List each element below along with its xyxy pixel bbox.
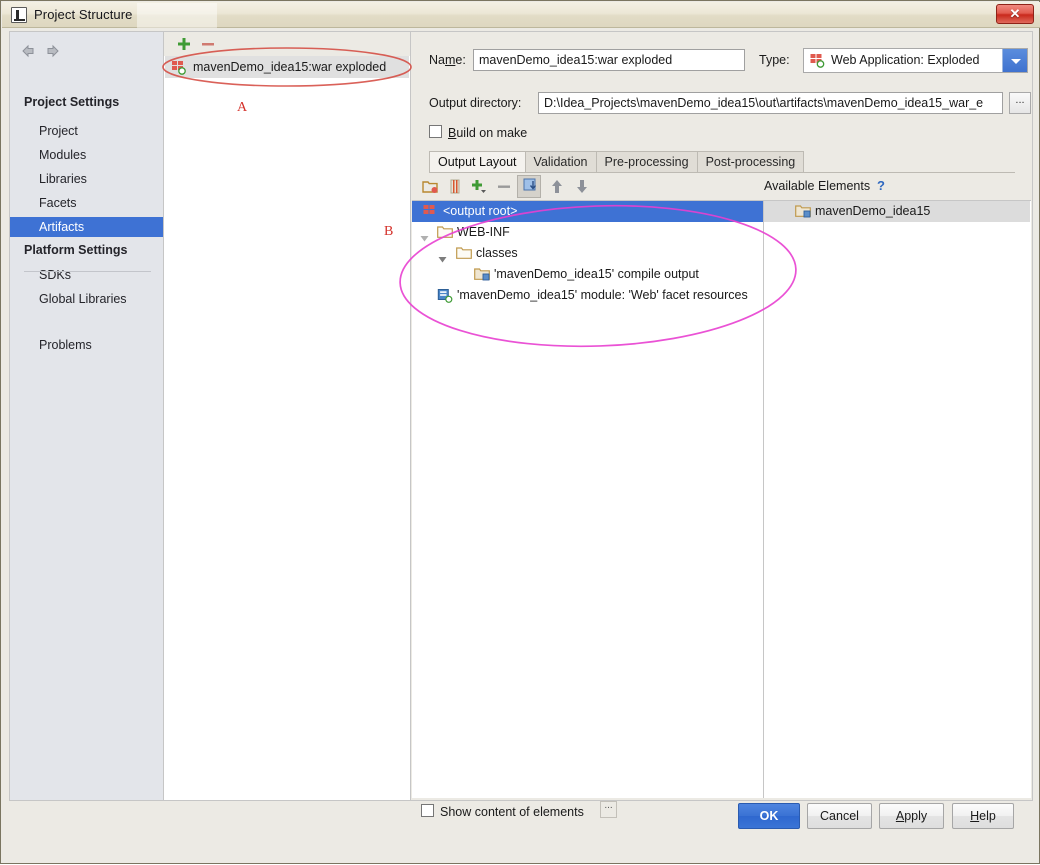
help-icon[interactable]: ?: [877, 178, 885, 193]
add-artifact-button[interactable]: [177, 37, 191, 51]
tree-row-available-module[interactable]: mavenDemo_idea15: [764, 201, 1030, 222]
arrow-left-icon[interactable]: [20, 42, 40, 60]
detail-tabs: Output Layout Validation Pre-processing …: [429, 151, 805, 173]
sidebar-item-libraries[interactable]: Libraries: [10, 169, 163, 189]
artifact-icon: [809, 53, 825, 68]
tree-row-label: 'mavenDemo_idea15' module: 'Web' facet r…: [457, 288, 748, 302]
sidebar-divider: [24, 271, 151, 272]
add-copy-of-icon[interactable]: [471, 179, 487, 197]
tab-validation[interactable]: Validation: [525, 151, 597, 173]
sort-by-type-icon[interactable]: [523, 178, 538, 196]
remove-artifact-button[interactable]: [201, 37, 215, 51]
folder-icon: [456, 246, 472, 261]
chevron-down-icon[interactable]: [1002, 49, 1027, 72]
tree-row-label: 'mavenDemo_idea15' compile output: [494, 267, 699, 281]
artifacts-list-panel: mavenDemo_idea15:war exploded: [163, 31, 411, 801]
build-on-make-checkbox[interactable]: [429, 125, 442, 138]
sidebar-item-project[interactable]: Project: [10, 121, 163, 141]
intellij-idea-icon: [11, 7, 27, 23]
ok-button[interactable]: OK: [738, 803, 800, 829]
move-up-icon[interactable]: [550, 179, 564, 197]
tree-row-label: mavenDemo_idea15: [815, 204, 931, 218]
artifacts-list-toolbar: [164, 32, 410, 56]
sidebar-item-modules[interactable]: Modules: [10, 145, 163, 165]
type-dropdown-value: Web Application: Exploded: [831, 53, 980, 67]
available-elements-label: Available Elements: [764, 179, 871, 193]
available-elements-tree[interactable]: mavenDemo_idea15: [764, 200, 1031, 798]
list-item[interactable]: mavenDemo_idea15:war exploded: [165, 56, 409, 78]
sidebar-group-platform-settings: Platform Settings: [24, 243, 128, 257]
annotation-label-a: A: [237, 100, 248, 115]
output-layout-toolbar: Available Elements ?: [412, 173, 1031, 200]
tree-row-label: classes: [476, 246, 518, 260]
artifact-icon: [171, 60, 186, 75]
chevron-down-icon[interactable]: [420, 229, 429, 242]
name-input[interactable]: mavenDemo_idea15:war exploded: [473, 49, 745, 71]
tab-output-layout[interactable]: Output Layout: [429, 151, 526, 173]
create-directory-icon[interactable]: [422, 179, 439, 197]
help-button[interactable]: Help: [952, 803, 1014, 829]
name-label: Name:: [429, 53, 466, 67]
tree-row-label: <output root>: [443, 204, 518, 218]
dialog-body: Project Settings Project Modules Librari…: [9, 31, 1033, 833]
apply-button[interactable]: Apply: [879, 803, 944, 829]
title-bar-artifact: [137, 3, 217, 28]
artifact-root-icon: [422, 204, 438, 219]
browse-button[interactable]: ...: [1009, 92, 1031, 114]
tree-row-label: WEB-INF: [457, 225, 510, 239]
sidebar-item-artifacts[interactable]: Artifacts: [10, 217, 163, 237]
output-directory-label: Output directory:: [429, 96, 522, 110]
move-down-icon[interactable]: [575, 179, 589, 197]
title-bar: Project Structure ✕: [2, 2, 1040, 28]
facet-resources-icon: [437, 288, 453, 303]
sidebar-item-problems[interactable]: Problems: [10, 335, 163, 355]
type-label: Type:: [759, 53, 790, 67]
settings-sidebar: Project Settings Project Modules Librari…: [9, 31, 163, 801]
remove-icon[interactable]: [497, 179, 511, 197]
project-structure-dialog: Project Structure ✕ Project Settings Pro…: [0, 0, 1040, 864]
arrow-right-icon[interactable]: [43, 42, 63, 60]
sidebar-item-sdks[interactable]: SDKs: [10, 265, 163, 285]
create-archive-icon[interactable]: [448, 179, 462, 197]
folder-icon: [437, 225, 453, 240]
type-dropdown[interactable]: Web Application: Exploded: [803, 48, 1028, 73]
compile-output-icon: [474, 267, 490, 282]
tree-row-output-root[interactable]: <output root>: [412, 201, 763, 222]
output-layout-tree[interactable]: <output root> WEB-INF classes 'mavenDemo…: [412, 200, 764, 798]
annotation-label-b: B: [384, 224, 394, 239]
tab-pre-processing[interactable]: Pre-processing: [596, 151, 698, 173]
sidebar-group-project-settings: Project Settings: [24, 95, 120, 109]
artifact-detail-panel: Name: mavenDemo_idea15:war exploded Type…: [411, 31, 1033, 819]
module-output-icon: [795, 204, 811, 219]
cancel-button[interactable]: Cancel: [807, 803, 872, 829]
build-on-make-label: Build on make: [448, 126, 528, 140]
close-icon[interactable]: ✕: [996, 4, 1034, 24]
output-directory-input[interactable]: D:\Idea_Projects\mavenDemo_idea15\out\ar…: [538, 92, 1003, 114]
list-item-label: mavenDemo_idea15:war exploded: [193, 60, 387, 74]
sidebar-item-global-libraries[interactable]: Global Libraries: [10, 289, 163, 309]
navigation-arrows: [20, 42, 63, 63]
chevron-down-icon[interactable]: [438, 250, 447, 263]
window-title: Project Structure: [34, 7, 133, 22]
tab-post-processing[interactable]: Post-processing: [697, 151, 805, 173]
dialog-button-bar: OK Cancel Apply Help: [9, 803, 1033, 833]
sidebar-item-facets[interactable]: Facets: [10, 193, 163, 213]
